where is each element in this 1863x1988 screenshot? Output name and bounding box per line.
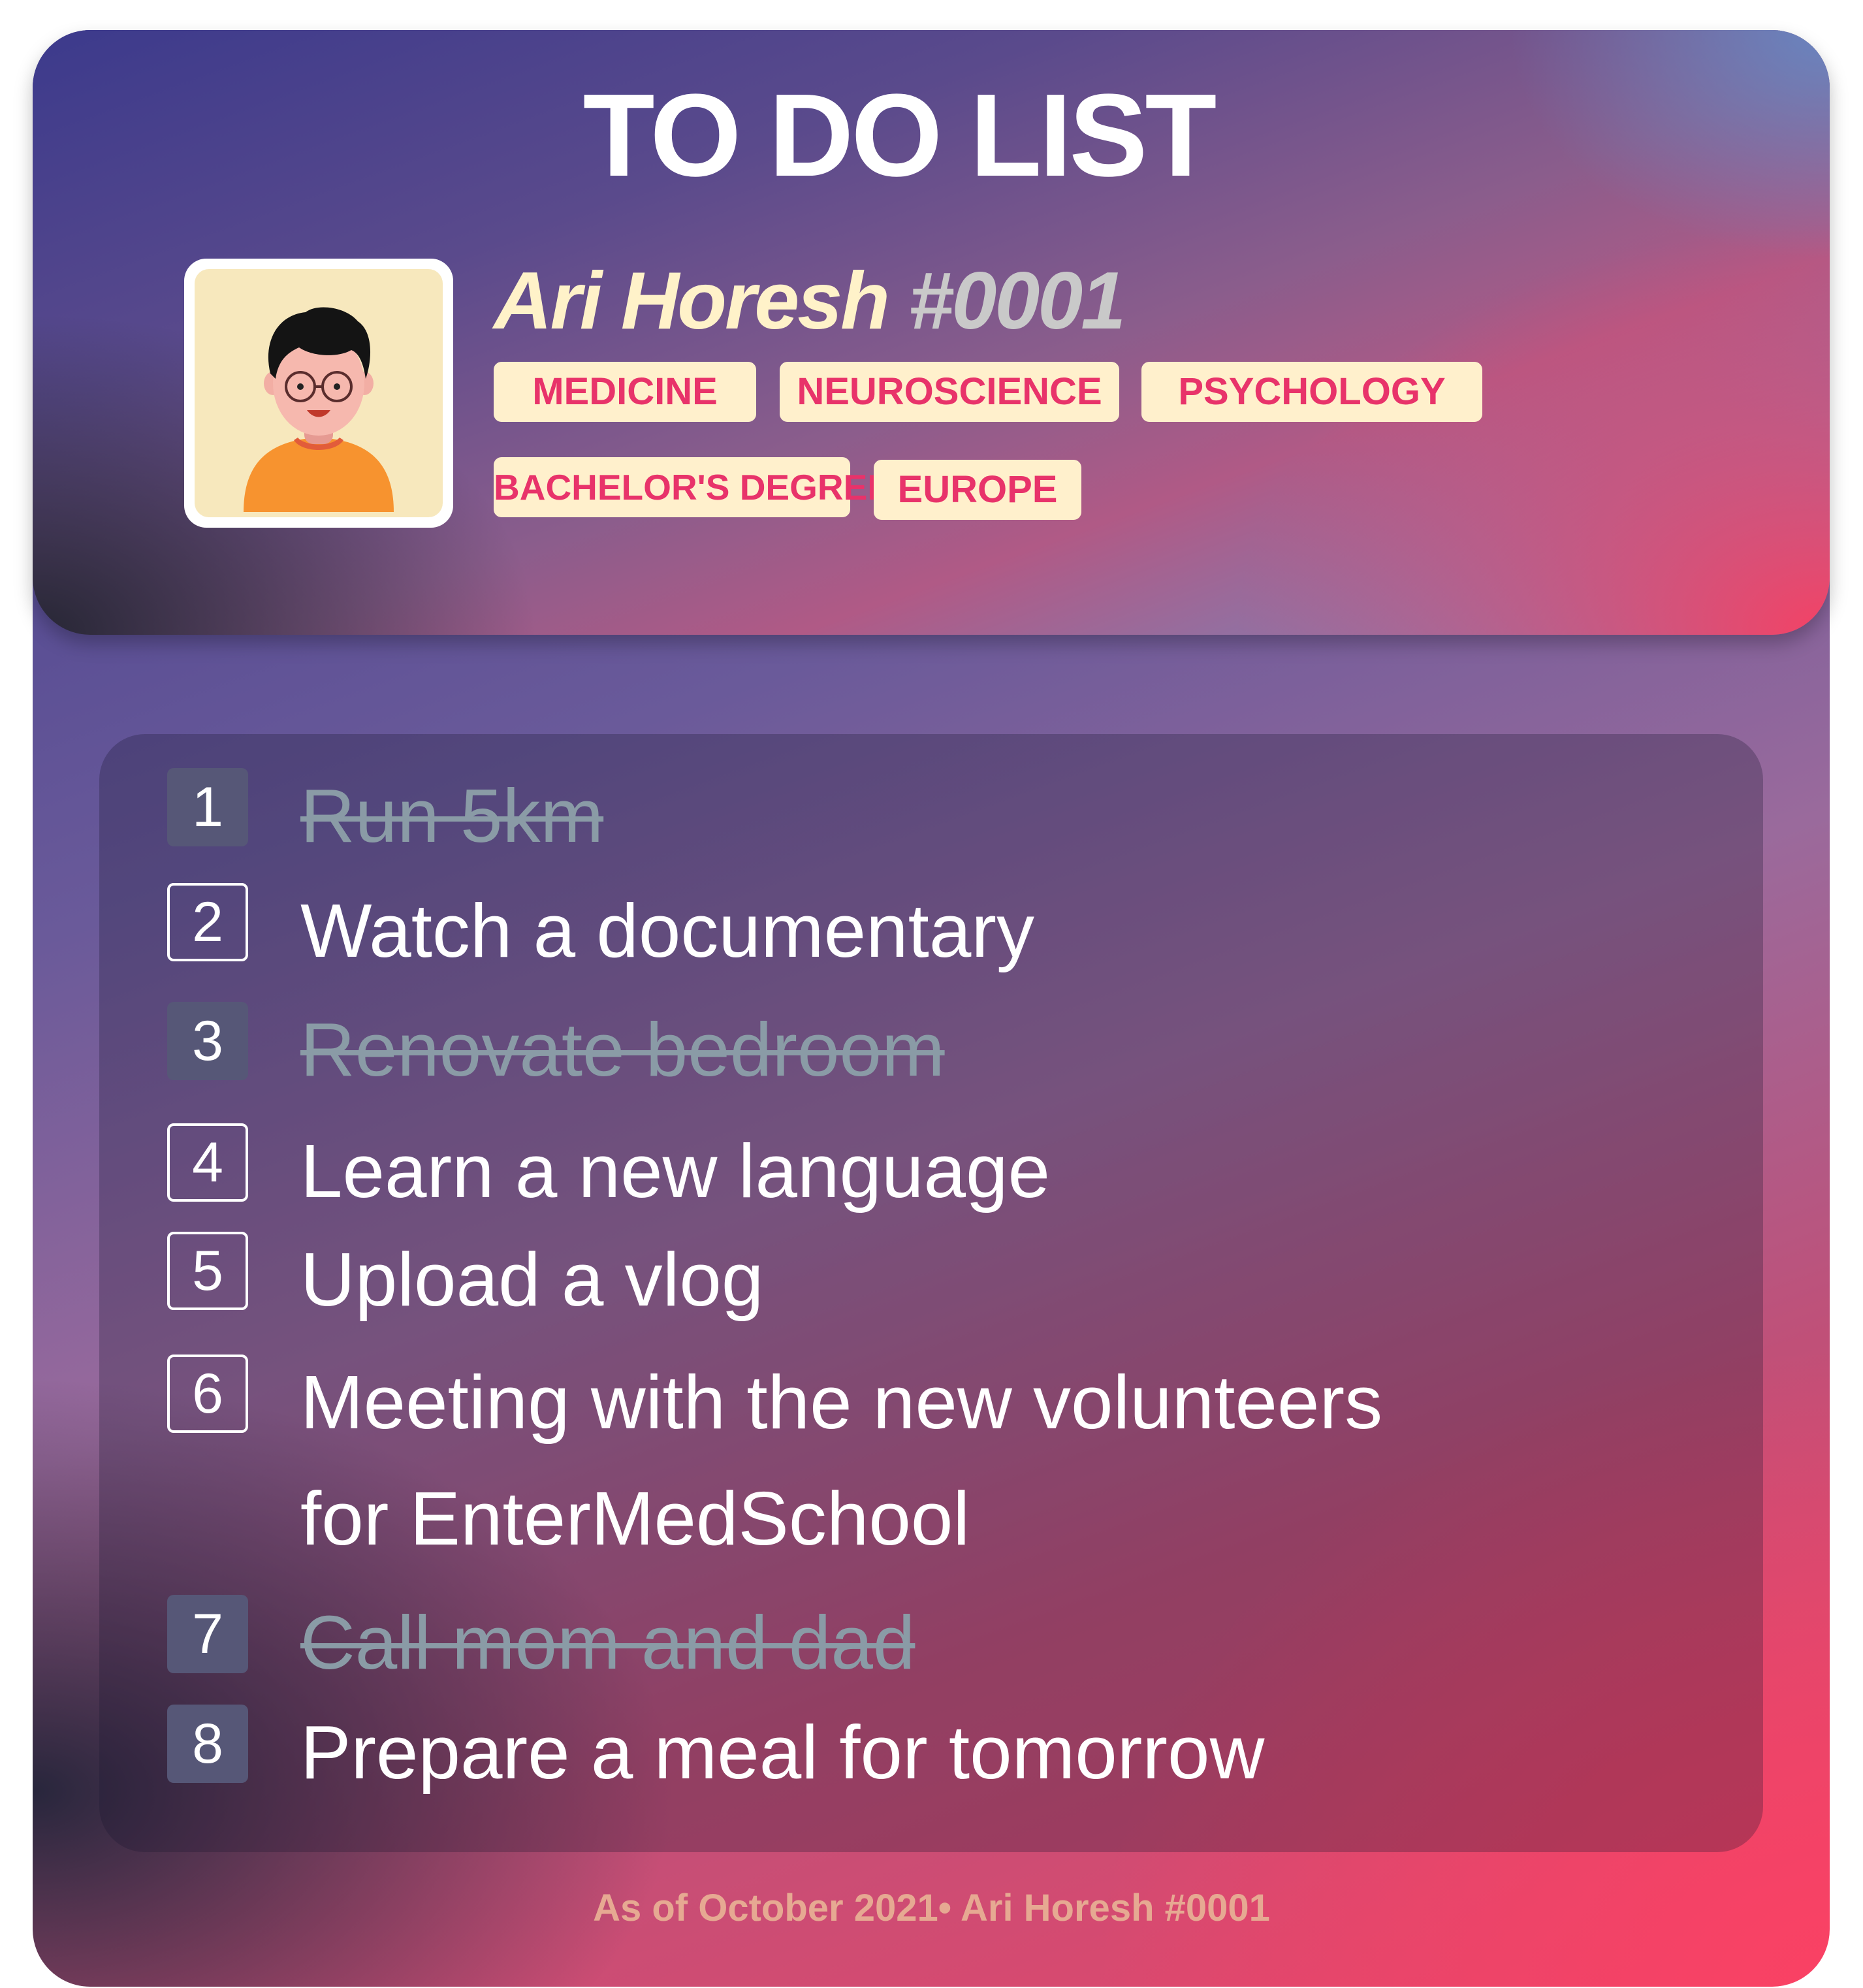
avatar-boy-glasses-icon [244, 307, 394, 512]
item-text: Meeting with the new volunteers [300, 1360, 1383, 1445]
item-number: 6 [167, 1355, 248, 1433]
user-tag: #0001 [908, 256, 1126, 346]
item-number: 7 [167, 1595, 248, 1673]
chip-psychology: PSYCHOLOGY [1141, 362, 1482, 422]
item-text: Run 5km [300, 773, 604, 858]
item-number: 8 [167, 1705, 248, 1783]
item-text-line2: for EnterMedSchool [300, 1476, 970, 1561]
item-text: Renovate bedroom [300, 1007, 945, 1092]
chip-neuroscience: NEUROSCIENCE [780, 362, 1119, 422]
item-text: Watch a documentary [300, 888, 1034, 973]
chip-medicine: MEDICINE [494, 362, 756, 422]
todo-item-8[interactable]: 8 Prepare a meal for tomorrow [167, 1705, 1669, 1795]
page-title: TO DO LIST [582, 70, 1217, 201]
todo-item-1[interactable]: 1 Run 5km [167, 768, 1669, 858]
item-text: Prepare a meal for tomorrow [300, 1710, 1265, 1795]
todo-item-2[interactable]: 2 Watch a documentary [167, 883, 1669, 973]
item-number: 3 [167, 1002, 248, 1080]
user-name: Ari Horesh #0001 [494, 256, 1126, 346]
chip-europe: EUROPE [874, 460, 1081, 520]
todo-item-4[interactable]: 4 Learn a new language [167, 1123, 1669, 1213]
item-number: 4 [167, 1123, 248, 1202]
item-number: 1 [167, 768, 248, 846]
avatar [184, 259, 453, 528]
item-number: 2 [167, 883, 248, 961]
footer-note: As of October 2021• Ari Horesh #0001 [593, 1887, 1270, 1929]
item-text: Learn a new language [300, 1129, 1051, 1213]
item-number: 5 [167, 1232, 248, 1310]
todo-item-5[interactable]: 5 Upload a vlog [167, 1232, 1669, 1322]
todo-item-6[interactable]: 6 Meeting with the new volunteers for En… [167, 1355, 1669, 1561]
todo-item-3[interactable]: 3 Renovate bedroom [167, 1002, 1669, 1092]
chip-bachelors-degree: BACHELOR'S DEGREE [494, 457, 891, 517]
todo-item-7[interactable]: 7 Call mom and dad [167, 1595, 1669, 1685]
item-text: Upload a vlog [300, 1237, 764, 1322]
item-text: Call mom and dad [300, 1600, 916, 1685]
